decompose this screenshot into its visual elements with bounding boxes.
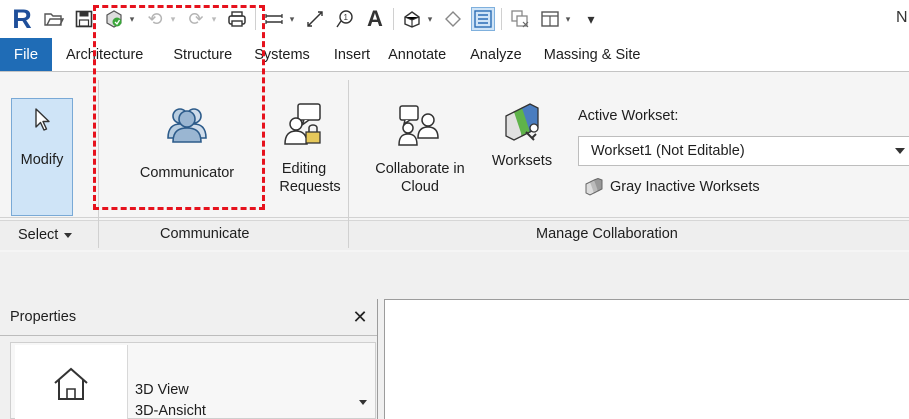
type-line-2: 3D-Ansicht xyxy=(135,403,206,419)
select-label: Select xyxy=(18,227,59,243)
drawing-canvas[interactable] xyxy=(384,299,909,419)
truncated-title: N xyxy=(896,9,908,26)
undo-dropdown-icon[interactable]: ▾ xyxy=(168,14,178,25)
gray-inactive-worksets-button[interactable]: Gray Inactive Worksets xyxy=(584,178,760,196)
editing-requests-label-1: Editing xyxy=(281,161,327,177)
chevron-down-icon[interactable] xyxy=(359,400,367,405)
gray-inactive-label: Gray Inactive Worksets xyxy=(610,179,760,195)
tab-massing-site[interactable]: Massing & Site xyxy=(534,38,653,71)
properties-header: Properties ✕ xyxy=(0,299,377,336)
tab-analyze[interactable]: Analyze xyxy=(458,38,534,71)
panel-title-manage-collaboration[interactable]: Manage Collaboration xyxy=(536,226,678,242)
switch-windows-icon[interactable] xyxy=(538,7,562,31)
panel-divider xyxy=(98,80,99,248)
3d-view-thumbnail xyxy=(15,345,128,419)
revit-logo[interactable]: R xyxy=(8,4,36,34)
chevron-down-icon xyxy=(64,232,73,238)
collaborate-label-1: Collaborate in xyxy=(375,161,465,177)
svg-text:1: 1 xyxy=(344,13,349,22)
communicator-button[interactable]: Communicator xyxy=(112,102,262,182)
3d-view-dropdown-icon[interactable]: ▾ xyxy=(425,14,435,25)
collaborate-label-2: Cloud xyxy=(401,179,439,195)
save-icon[interactable] xyxy=(72,7,96,31)
toolbar-separator xyxy=(255,8,256,30)
tab-file[interactable]: File xyxy=(0,38,52,71)
switch-windows-dropdown-icon[interactable]: ▾ xyxy=(563,14,573,25)
sync-dropdown-icon[interactable]: ▾ xyxy=(127,14,137,25)
communicator-icon xyxy=(165,102,209,146)
properties-title: Properties xyxy=(10,309,77,325)
active-workset-select[interactable]: Workset1 (Not Editable) xyxy=(578,136,909,166)
measure-dropdown-icon[interactable]: ▾ xyxy=(287,14,297,25)
collaborate-in-cloud-button[interactable]: Collaborate in Cloud xyxy=(357,102,483,196)
text-icon[interactable]: A xyxy=(363,6,387,31)
tab-structure[interactable]: Structure xyxy=(155,38,244,71)
sync-with-central-icon[interactable] xyxy=(102,7,126,31)
print-icon[interactable] xyxy=(225,7,249,31)
thin-lines-icon[interactable] xyxy=(471,7,495,31)
tab-systems[interactable]: Systems xyxy=(244,38,322,71)
type-line-1: 3D View xyxy=(135,382,189,398)
chevron-down-icon xyxy=(895,148,905,154)
cursor-arrow-icon xyxy=(32,107,52,133)
customize-toolbar-icon[interactable]: ▾ xyxy=(579,7,603,31)
communicator-label: Communicator xyxy=(139,165,235,181)
default-3d-view-icon[interactable] xyxy=(400,7,424,31)
house-icon xyxy=(54,367,88,400)
modify-button[interactable]: Modify xyxy=(11,98,73,216)
worksets-icon xyxy=(500,102,544,146)
editing-requests-label-2: Requests xyxy=(279,179,341,195)
revit-window: R ▾ ⟲ ▾ ⟳ ▾ ▾ 1 A ▾ ▾ ▾ N File Architect… xyxy=(0,0,909,419)
tab-architecture[interactable]: Architecture xyxy=(52,38,155,71)
tab-annotate[interactable]: Annotate xyxy=(382,38,458,71)
collaborate-icon xyxy=(396,102,444,146)
tab-insert[interactable]: Insert xyxy=(322,38,382,71)
type-selector[interactable]: 3D View 3D-Ansicht xyxy=(10,342,376,419)
panel-divider xyxy=(348,80,349,248)
active-workset-value: Workset1 (Not Editable) xyxy=(591,143,745,159)
type-name: 3D View 3D-Ansicht xyxy=(135,380,206,419)
ribbon: Modify Communicator Editing Requests Col… xyxy=(0,72,909,252)
toolbar-separator xyxy=(393,8,394,30)
tag-icon[interactable]: 1 xyxy=(333,7,357,31)
select-dropdown[interactable]: Select xyxy=(18,227,73,243)
worksets-button[interactable]: Worksets xyxy=(484,102,560,170)
aligned-dimension-icon[interactable] xyxy=(303,7,327,31)
editing-requests-button[interactable]: Editing Requests xyxy=(264,102,344,196)
modify-label: Modify xyxy=(20,152,64,168)
ribbon-tabs: File Architecture Structure Systems Inse… xyxy=(0,38,909,72)
measure-icon[interactable] xyxy=(262,7,286,31)
panel-titles-bar: Select Communicate Manage Collaboration xyxy=(0,220,909,250)
worksets-label: Worksets xyxy=(491,153,553,169)
redo-dropdown-icon[interactable]: ▾ xyxy=(209,14,219,25)
close-icon[interactable]: ✕ xyxy=(351,307,369,328)
close-hidden-windows-icon[interactable] xyxy=(508,7,532,31)
properties-palette: Properties ✕ 3D View 3D-Ansicht xyxy=(0,299,378,419)
undo-icon[interactable]: ⟲ xyxy=(143,7,167,31)
section-icon[interactable] xyxy=(441,7,465,31)
open-icon[interactable] xyxy=(42,7,66,31)
quick-access-toolbar: R ▾ ⟲ ▾ ⟳ ▾ ▾ 1 A ▾ ▾ ▾ N xyxy=(0,0,909,38)
redo-icon[interactable]: ⟳ xyxy=(184,7,208,31)
toolbar-separator xyxy=(501,8,502,30)
gray-worksets-icon xyxy=(584,178,604,196)
panel-title-communicate[interactable]: Communicate xyxy=(160,226,249,242)
editing-requests-icon xyxy=(282,102,326,146)
active-workset-label: Active Workset: xyxy=(578,108,679,124)
